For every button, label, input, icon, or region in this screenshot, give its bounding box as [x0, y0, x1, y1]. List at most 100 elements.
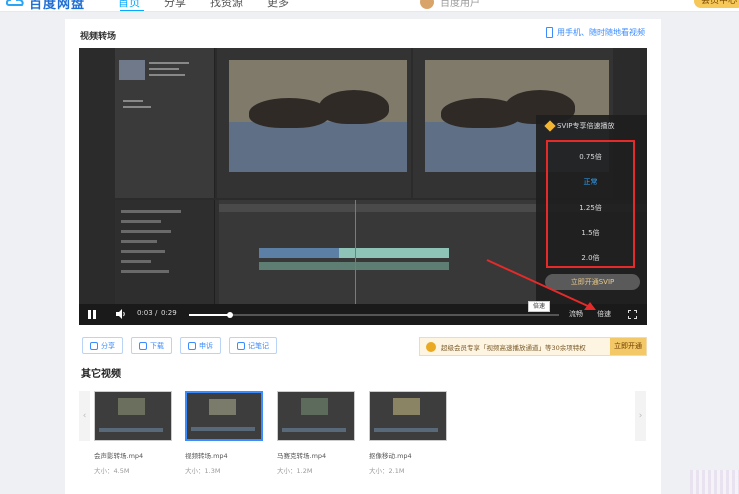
top-navigation-bar: 百度网盘 首页 分享 找资源 更多 百度用户 会员中心 [0, 0, 739, 12]
seal-shape [249, 98, 329, 128]
timeline-clip [259, 248, 339, 258]
video-list-item[interactable]: 视频转场.mp4 大小：1.3M [185, 391, 263, 475]
vip-center-button[interactable]: 会员中心 [694, 0, 739, 8]
video-thumbnail[interactable] [94, 391, 172, 441]
video-frame-line [123, 106, 151, 108]
video-name[interactable]: 抠像移动.mp4 [369, 450, 447, 460]
video-frame-line [149, 74, 185, 76]
video-list-item[interactable]: 马赛克转场.mp4 大小：1.2M [277, 391, 355, 475]
effects-row [121, 260, 151, 263]
video-name[interactable]: 马赛克转场.mp4 [277, 450, 355, 460]
video-size: 大小：4.5M [94, 467, 130, 475]
page-title: 视频转场 [80, 32, 117, 42]
take-notes-label: 记笔记 [248, 341, 269, 350]
progress-bar[interactable] [189, 312, 559, 318]
username[interactable]: 百度用户 [440, 0, 480, 9]
appeal-button[interactable]: 申诉 [180, 337, 221, 354]
seal-shape [319, 90, 389, 124]
main-nav: 首页 分享 找资源 更多 [118, 0, 289, 10]
thumb-image [300, 397, 329, 416]
pause-icon[interactable] [88, 310, 96, 319]
thumb-image [392, 397, 421, 416]
effects-row [121, 270, 169, 273]
video-size: 大小：1.2M [277, 467, 313, 475]
speed-options-highlight: 0.75倍 正常 1.25倍 1.5倍 2.0倍 [546, 140, 635, 268]
video-size: 大小：2.1M [369, 467, 405, 475]
progress-fill [189, 314, 230, 316]
frame-sea [229, 121, 407, 172]
nav-home[interactable]: 首页 [118, 0, 140, 10]
nav-more[interactable]: 更多 [267, 0, 289, 10]
svip-badge-icon [426, 341, 436, 352]
progress-handle[interactable] [226, 312, 233, 318]
video-frame-source-monitor [217, 48, 411, 198]
user-area[interactable]: 百度用户 [420, 0, 480, 9]
video-frame-line [123, 100, 143, 102]
speed-menu-title: SVIP专享倍速播放 [557, 122, 615, 130]
app-logo[interactable]: 百度网盘 [6, 0, 86, 12]
take-notes-button[interactable]: 记笔记 [229, 337, 277, 354]
speed-menu-header: SVIP专享倍速播放 [544, 120, 615, 132]
nav-find-resources[interactable]: 找资源 [210, 0, 243, 10]
speed-option-normal[interactable]: 正常 [548, 177, 633, 187]
speed-option-2-0[interactable]: 2.0倍 [548, 253, 633, 263]
effects-row [121, 230, 171, 233]
app-name: 百度网盘 [29, 0, 86, 12]
timeline-playhead [355, 200, 356, 312]
effects-row [121, 210, 181, 213]
video-actions: 分享 下载 申诉 记笔记 [82, 337, 277, 354]
video-thumbnail[interactable] [185, 391, 263, 441]
svip-promo-banner: 超级会员专享「视频高速播放通道」等30余项特权 立即开通 [419, 337, 647, 356]
mobile-link-text[interactable]: 用手机、随时随地看视频 [557, 27, 645, 38]
avatar[interactable] [420, 0, 434, 9]
thumb-image [209, 398, 236, 416]
video-frame-project-panel [115, 48, 215, 198]
mobile-watch-link[interactable]: 用手机、随时随地看视频 [546, 27, 645, 38]
appeal-label: 申诉 [199, 341, 213, 350]
thumb-timeline [99, 428, 163, 432]
volume-icon[interactable] [116, 309, 126, 319]
time-total: 0:29 [161, 309, 177, 317]
effects-row [121, 250, 165, 253]
speed-option-1-5[interactable]: 1.5倍 [548, 228, 633, 238]
video-list-item[interactable]: 会声影转场.mp4 大小：4.5M [94, 391, 172, 475]
video-thumbnail[interactable] [369, 391, 447, 441]
edit-icon [237, 341, 245, 350]
video-name[interactable]: 会声影转场.mp4 [94, 450, 172, 460]
time-separator: / [155, 309, 158, 317]
nav-share[interactable]: 分享 [164, 0, 186, 10]
cloud-logo-icon [6, 0, 24, 6]
scroll-right-button[interactable]: › [635, 391, 646, 441]
appeal-icon [188, 341, 196, 350]
share-button[interactable]: 分享 [82, 337, 123, 354]
speed-menu: SVIP专享倍速播放 0.75倍 正常 1.25倍 1.5倍 2.0倍 立即开通… [536, 115, 647, 307]
time-current: 0:03 [137, 309, 153, 317]
video-name[interactable]: 视频转场.mp4 [185, 450, 263, 460]
video-thumbnail[interactable] [277, 391, 355, 441]
effects-row [121, 240, 157, 243]
video-list-item[interactable]: 抠像移动.mp4 大小：2.1M [369, 391, 447, 475]
speed-tooltip: 倍速 [528, 301, 550, 312]
video-frame-line [149, 68, 179, 70]
fullscreen-icon[interactable] [628, 310, 637, 319]
video-player[interactable]: SVIP专享倍速播放 0.75倍 正常 1.25倍 1.5倍 2.0倍 立即开通… [79, 48, 647, 325]
scroll-left-button[interactable]: ‹ [79, 391, 90, 441]
open-svip-button[interactable]: 立即开通SVIP [545, 274, 640, 290]
video-frame-thumb [119, 60, 145, 80]
other-videos-title: 其它视频 [81, 369, 121, 380]
svip-diamond-icon [544, 120, 556, 132]
video-size: 大小：1.3M [185, 467, 221, 475]
nav-active-indicator [120, 10, 144, 11]
thumb-timeline [191, 427, 255, 431]
phone-icon [546, 27, 553, 38]
promo-open-button[interactable]: 立即开通 [610, 338, 646, 355]
quality-button[interactable]: 流畅 [569, 309, 583, 319]
speed-option-1-25[interactable]: 1.25倍 [548, 203, 633, 213]
download-button[interactable]: 下载 [131, 337, 172, 354]
share-icon [90, 341, 98, 350]
speed-option-0-75[interactable]: 0.75倍 [548, 152, 633, 162]
watermark-pattern [690, 470, 739, 494]
video-frame-monitor-left [229, 60, 407, 172]
timeline-clip [259, 262, 449, 270]
speed-button[interactable]: 倍速 [597, 309, 611, 319]
